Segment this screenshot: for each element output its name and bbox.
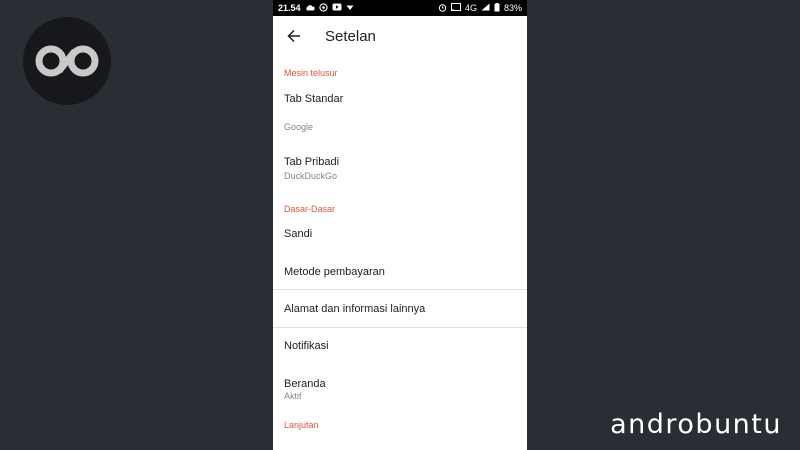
whatsapp-icon: [318, 2, 328, 14]
setting-addresses[interactable]: Alamat dan informasi lainnya: [273, 303, 527, 315]
setting-payment-methods[interactable]: Metode pembayaran: [273, 266, 527, 278]
setting-label: Notifikasi: [284, 340, 329, 352]
setting-default-tab[interactable]: Tab Standar Google: [273, 93, 527, 132]
section-header-search-engine: Mesin telusur: [284, 68, 338, 78]
arrow-back-icon: [287, 29, 300, 43]
setting-label: Alamat dan informasi lainnya: [284, 303, 426, 315]
setting-label: Sandi: [284, 228, 313, 240]
status-time: 21.54: [278, 3, 301, 13]
cloud-icon: [305, 3, 315, 13]
infinity-logo-icon: [35, 45, 99, 77]
setting-value: Google: [284, 122, 314, 132]
watermark-logo: [23, 17, 111, 105]
network-type: 4G: [464, 3, 477, 13]
alarm-icon: [438, 3, 447, 14]
setting-value: DuckDuckGo: [284, 171, 338, 181]
setting-label: Tab Standar: [284, 93, 344, 105]
stage: androbuntu 21.54 4G 83% Setelan Mesin te…: [0, 0, 800, 450]
status-bar-right: 4G 83%: [438, 2, 522, 14]
phone-screen: 21.54 4G 83% Setelan Mesin telusur Tab S…: [273, 0, 527, 450]
page-title: Setelan: [325, 27, 376, 45]
app-bar: Setelan: [273, 16, 527, 56]
section-header-basics: Dasar-Dasar: [284, 204, 336, 214]
setting-homepage[interactable]: Beranda Aktif: [273, 378, 527, 401]
divider: [273, 289, 527, 290]
cast-icon: [450, 3, 461, 13]
more-notifications-icon: [346, 3, 354, 13]
setting-label: Tab Pribadi: [284, 156, 340, 168]
status-bar-left: 21.54: [278, 2, 354, 14]
signal-icon: [481, 3, 490, 13]
setting-label: Beranda: [284, 378, 326, 390]
status-bar: 21.54 4G 83%: [273, 0, 527, 16]
battery-percent: 83%: [503, 3, 522, 13]
battery-icon: [494, 2, 500, 14]
setting-notifications[interactable]: Notifikasi: [273, 340, 527, 352]
setting-private-tab[interactable]: Tab Pribadi DuckDuckGo: [273, 156, 527, 181]
watermark-brand-text: androbuntu: [610, 409, 782, 440]
section-header-advanced: Lanjutan: [284, 420, 319, 430]
divider: [273, 327, 527, 328]
back-button[interactable]: [285, 27, 303, 45]
setting-value: Aktif: [284, 391, 302, 401]
setting-label: Metode pembayaran: [284, 266, 385, 278]
youtube-icon: [332, 3, 342, 13]
setting-passwords[interactable]: Sandi: [273, 228, 527, 240]
